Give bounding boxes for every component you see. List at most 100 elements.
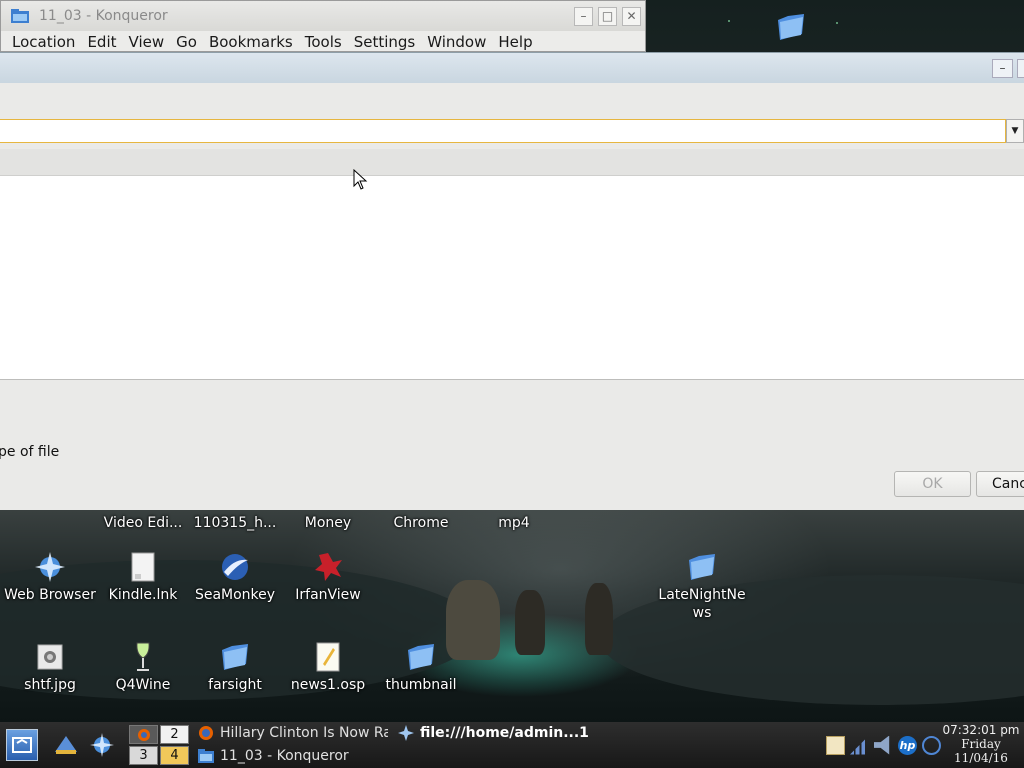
task-file-dialog[interactable]: file:///home/admin...11_ (398, 722, 590, 744)
konqueror-titlebar[interactable]: 11_03 - Konqueror – □ ✕ (1, 1, 645, 31)
pager-desktop-4[interactable]: 4 (160, 746, 189, 765)
system-tray: hp (826, 734, 946, 756)
menu-tools[interactable]: Tools (305, 33, 342, 51)
seamonkey-icon (222, 554, 248, 580)
folder-icon (198, 749, 214, 763)
minimize-button[interactable]: – (992, 59, 1013, 78)
pager-desktop-3[interactable]: 3 (129, 746, 158, 765)
desktop-icon-kindle[interactable]: Kindle.lnk (97, 550, 189, 604)
hp-icon[interactable]: hp (898, 735, 917, 755)
firefox-icon (199, 726, 213, 740)
irfanview-icon (315, 553, 342, 581)
desktop-icon-label: Q4Wine (115, 677, 171, 693)
menubar: Location Edit View Go Bookmarks Tools Se… (1, 31, 645, 53)
document-icon (131, 552, 155, 582)
desktop-icon-label: Chrome (393, 515, 449, 531)
desktop-icon-label: news1.osp (290, 677, 366, 693)
pager-desktop-2[interactable]: 2 (160, 725, 189, 744)
menu-bookmarks[interactable]: Bookmarks (209, 33, 293, 51)
menu-location[interactable]: Location (12, 33, 75, 51)
clock-time: 07:32:01 pm (942, 723, 1020, 737)
desktop-icon-web-browser[interactable]: Web Browser (4, 550, 96, 604)
task-label: Hillary Clinton Is Now Ra (220, 725, 388, 741)
filter-label: pe of file (0, 444, 60, 460)
clock-date: 11/04/16 (954, 751, 1008, 765)
desktop-icon-money[interactable]: Money (282, 514, 374, 532)
menu-edit[interactable]: Edit (87, 33, 116, 51)
close-button[interactable]: ✕ (622, 6, 641, 26)
maximize-button[interactable]: □ (598, 6, 617, 26)
menu-go[interactable]: Go (176, 33, 197, 51)
minimize-button[interactable]: – (574, 6, 593, 26)
folder-icon (222, 644, 248, 670)
desktop-icon-label: mp4 (498, 515, 530, 531)
volume-icon[interactable] (874, 735, 890, 755)
desktop-icon-farsight[interactable]: farsight (189, 640, 281, 694)
folder-icon (11, 9, 29, 23)
desktop-icon-label: Kindle.lnk (108, 587, 178, 603)
wine-glass-icon (136, 642, 150, 671)
clock[interactable]: 07:32:01 pm Friday 11/04/16 (940, 723, 1022, 765)
show-desktop-icon[interactable] (52, 732, 80, 758)
clock-day: Friday (961, 737, 1001, 751)
folder-icon (408, 644, 434, 670)
dialog-titlebar[interactable] (0, 53, 1024, 83)
klipper-icon[interactable] (826, 735, 845, 755)
desktop-icon-label: Money (304, 515, 352, 531)
ok-button[interactable]: OK (894, 471, 971, 497)
desktop-icon-mp4[interactable]: mp4 (468, 514, 560, 532)
web-browser-icon (35, 552, 65, 582)
desktop-pager: 2 3 4 (129, 724, 191, 766)
file-dialog: – ▼ pe of file OK Canc (0, 52, 1024, 510)
desktop-icon-label: Video Edi... (103, 515, 183, 531)
file-list[interactable] (0, 176, 1024, 380)
desktop-icon-thumbnail[interactable]: thumbnail (375, 640, 467, 694)
horse-silhouette (515, 590, 545, 655)
folder-icon (689, 554, 715, 580)
desktop-icon-seamonkey[interactable]: SeaMonkey (189, 550, 281, 604)
file-list-header (0, 149, 1024, 176)
maximize-button[interactable] (1017, 59, 1024, 78)
desktop-icon-label: SeaMonkey (194, 587, 276, 603)
web-browser-icon[interactable] (88, 732, 116, 758)
desktop-icon-label: IrfanView (295, 587, 361, 603)
location-dropdown-button[interactable]: ▼ (1006, 119, 1024, 143)
start-menu-button[interactable] (6, 729, 38, 761)
window-title: 11_03 - Konqueror (39, 8, 168, 24)
update-icon[interactable] (922, 735, 941, 755)
desktop-icon-110315[interactable]: 110315_h... (189, 514, 281, 532)
desktop-icon-label: farsight (208, 677, 262, 693)
menu-view[interactable]: View (129, 33, 165, 51)
desktop-icon-irfanview[interactable]: IrfanView (282, 550, 374, 604)
folder-icon[interactable] (774, 10, 808, 44)
taskbar: 2 3 4 Hillary Clinton Is Now Ra file:///… (0, 722, 1024, 768)
konqueror-window: 11_03 - Konqueror – □ ✕ Location Edit Vi… (0, 0, 646, 52)
desktop-icon-label: 110315_h... (193, 515, 277, 531)
desktop-icon-shtf[interactable]: shtf.jpg (4, 640, 96, 694)
start-icon (12, 737, 32, 753)
desktop-icon-label: thumbnail (385, 677, 457, 693)
horse-silhouette (585, 583, 613, 655)
cancel-button[interactable]: Canc (976, 471, 1024, 497)
text-document-icon (316, 642, 340, 672)
task-konqueror[interactable]: 11_03 - Konqueror (198, 745, 388, 767)
network-signal-icon[interactable] (850, 735, 869, 755)
task-label: 11_03 - Konqueror (220, 748, 349, 764)
task-firefox[interactable]: Hillary Clinton Is Now Ra (198, 722, 388, 744)
image-file-icon (37, 644, 63, 670)
pager-desktop-1[interactable] (129, 725, 158, 744)
desktop-icon-label: LateNightNews (658, 587, 746, 621)
desktop-icon-chrome[interactable]: Chrome (375, 514, 467, 532)
location-input[interactable] (0, 119, 1006, 143)
menu-settings[interactable]: Settings (354, 33, 416, 51)
file-dialog-icon (398, 725, 414, 741)
desktop-icon-label: Web Browser (4, 587, 96, 603)
task-label: file:///home/admin...11_ (420, 725, 590, 741)
menu-help[interactable]: Help (498, 33, 532, 51)
desktop-icon-video-editor[interactable]: Video Edi... (97, 514, 189, 532)
mouse-cursor-icon (353, 169, 368, 190)
desktop-icon-q4wine[interactable]: Q4Wine (97, 640, 189, 694)
menu-window[interactable]: Window (427, 33, 486, 51)
desktop-icon-news1[interactable]: news1.osp (282, 640, 374, 694)
desktop-icon-latenightnews[interactable]: LateNightNews (656, 550, 748, 622)
